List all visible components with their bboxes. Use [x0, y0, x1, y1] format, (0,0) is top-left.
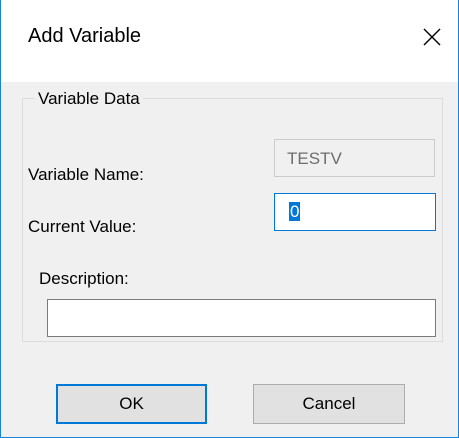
current-value-label: Current Value:: [28, 217, 137, 236]
ok-button-label: OK: [119, 394, 144, 413]
cancel-button[interactable]: Cancel: [253, 384, 405, 424]
description-input[interactable]: [47, 299, 436, 337]
cancel-button-label: Cancel: [302, 394, 356, 413]
current-value-input[interactable]: 0: [274, 193, 436, 231]
ok-button[interactable]: OK: [56, 384, 207, 424]
current-value-text: 0: [289, 202, 301, 221]
group-legend: Variable Data: [35, 89, 143, 109]
close-button[interactable]: [409, 12, 455, 62]
variable-name-label: Variable Name:: [28, 165, 144, 184]
variable-name-field: TESTV: [274, 139, 435, 177]
description-label: Description:: [39, 269, 129, 288]
variable-name-value: TESTV: [287, 149, 342, 168]
close-icon: [423, 28, 441, 46]
variable-data-group: Variable Data Variable Name: TESTV Curre…: [22, 89, 443, 342]
dialog-body: Variable Data Variable Name: TESTV Curre…: [1, 82, 458, 437]
dialog-title: Add Variable: [28, 25, 142, 47]
title-bar[interactable]: Add Variable: [1, 0, 458, 82]
add-variable-dialog: Add Variable Variable Data Variable Name…: [0, 0, 459, 438]
